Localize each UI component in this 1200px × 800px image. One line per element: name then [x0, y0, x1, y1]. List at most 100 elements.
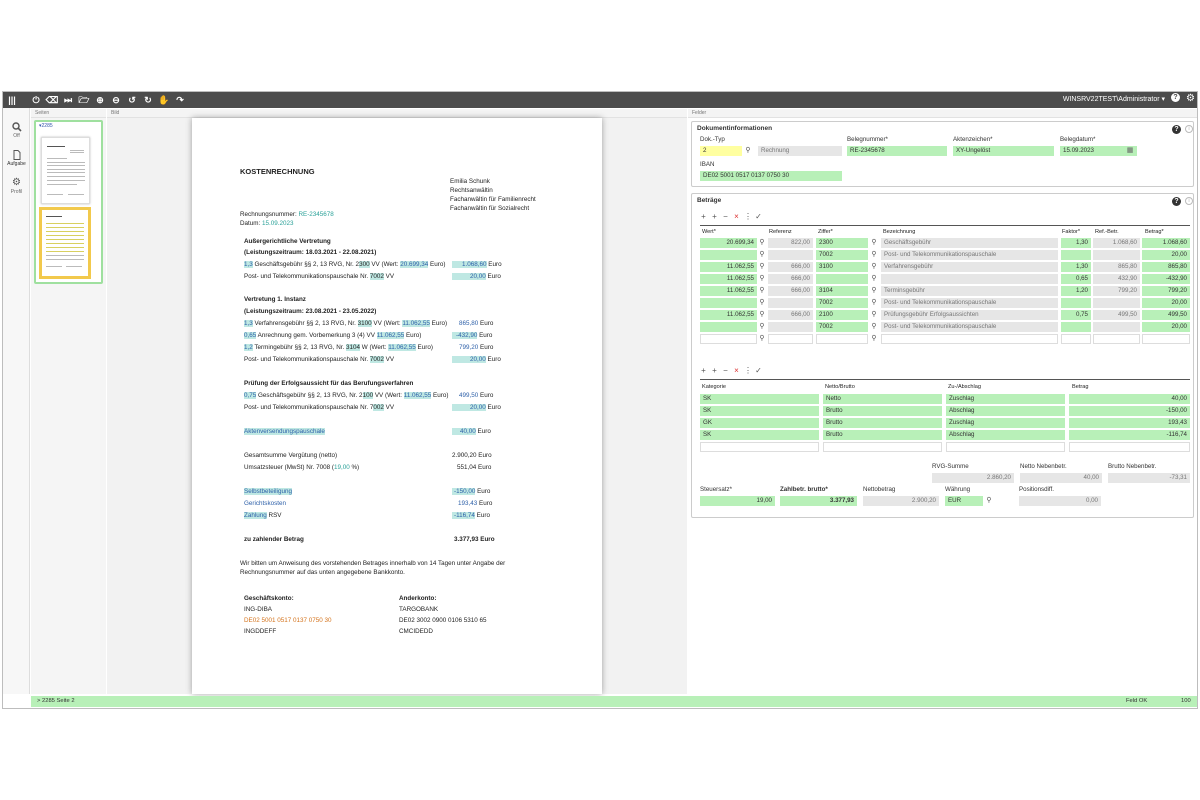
- cell-nb[interactable]: Brutto: [823, 430, 942, 440]
- cell-faktor[interactable]: [1061, 322, 1091, 332]
- remove-icon[interactable]: −: [722, 212, 729, 221]
- cell-ziffer[interactable]: 2100: [816, 310, 868, 320]
- cell-betrag[interactable]: 193,43: [1069, 418, 1190, 428]
- skip-icon[interactable]: ⏭: [61, 93, 75, 107]
- cell-betrag[interactable]: 1.068,60: [1142, 238, 1190, 248]
- cell-nb[interactable]: [823, 442, 942, 452]
- search-icon[interactable]: ⚲: [758, 299, 766, 307]
- cell-za[interactable]: Zuschlag: [946, 394, 1065, 404]
- delete-icon[interactable]: ×: [733, 212, 740, 221]
- search-icon[interactable]: ⚲: [870, 323, 878, 331]
- page-thumbnail-1[interactable]: [41, 137, 90, 204]
- search-icon[interactable]: ⚲: [758, 335, 766, 343]
- help-icon[interactable]: ?: [1171, 93, 1180, 102]
- search-icon[interactable]: ⚲: [870, 311, 878, 319]
- cell-faktor[interactable]: 1,30: [1061, 238, 1091, 248]
- cell-za[interactable]: Zuschlag: [946, 418, 1065, 428]
- cell-za[interactable]: Abschlag: [946, 430, 1065, 440]
- cell-bez[interactable]: [881, 334, 1058, 344]
- folder-icon[interactable]: 🗁: [77, 93, 91, 107]
- search-icon[interactable]: ⚲: [758, 323, 766, 331]
- cell-betrag[interactable]: [1142, 334, 1190, 344]
- belegnr-input[interactable]: RE-2345678: [847, 146, 947, 156]
- backspace-icon[interactable]: ⌫: [45, 93, 59, 107]
- cell-ziffer[interactable]: 7002: [816, 250, 868, 260]
- cell-ziffer[interactable]: [816, 334, 868, 344]
- cell-betrag[interactable]: -116,74: [1069, 430, 1190, 440]
- cell-ziffer[interactable]: 7002: [816, 322, 868, 332]
- menu-icon[interactable]: |||: [5, 93, 19, 107]
- search-icon[interactable]: ⚲: [870, 287, 878, 295]
- cell-nb[interactable]: Netto: [823, 394, 942, 404]
- cell-faktor[interactable]: [1061, 250, 1091, 260]
- cell-betrag[interactable]: 799,20: [1142, 286, 1190, 296]
- cell-nb[interactable]: Brutto: [823, 418, 942, 428]
- search-icon[interactable]: ⚲: [758, 311, 766, 319]
- cell-ref[interactable]: [768, 334, 813, 344]
- search-icon[interactable]: ⚲: [870, 263, 878, 271]
- nav-item-task[interactable]: Aufgabe: [3, 150, 30, 167]
- cell-betrag[interactable]: 40,00: [1069, 394, 1190, 404]
- steuersatz-input[interactable]: 19,00: [700, 496, 775, 506]
- cell-betrag[interactable]: 20,00: [1142, 322, 1190, 332]
- cell-wert[interactable]: 11.062,55: [700, 286, 757, 296]
- search-icon[interactable]: ⚲: [870, 239, 878, 247]
- cell-ziffer[interactable]: 3104: [816, 286, 868, 296]
- search-icon[interactable]: ⚲: [870, 275, 878, 283]
- zoom-in-icon[interactable]: ⊕: [93, 93, 107, 107]
- cell-kat[interactable]: GK: [700, 418, 819, 428]
- document-page[interactable]: KOSTENRECHNUNG Emilia Schunk Rechtsanwäl…: [192, 118, 602, 694]
- cell-za[interactable]: [946, 442, 1065, 452]
- cell-faktor[interactable]: 1,30: [1061, 262, 1091, 272]
- user-menu[interactable]: WINSRV22TEST\Administrator ▾: [1063, 95, 1165, 103]
- calendar-icon[interactable]: ▦: [1126, 147, 1134, 155]
- cell-wert[interactable]: 11.062,55: [700, 274, 757, 284]
- info-icon[interactable]: i: [1185, 197, 1193, 205]
- search-icon[interactable]: ⚲: [758, 287, 766, 295]
- cell-kat[interactable]: [700, 442, 819, 452]
- waehrung-input[interactable]: EUR: [945, 496, 983, 506]
- search-icon[interactable]: ⚲: [870, 299, 878, 307]
- cell-ziffer[interactable]: 2300: [816, 238, 868, 248]
- aktenzeichen-input[interactable]: XY-Ungelöst: [953, 146, 1054, 156]
- iban-input[interactable]: DE02 5001 0517 0137 0750 30: [700, 171, 842, 181]
- search-icon[interactable]: ⚲: [758, 239, 766, 247]
- more-icon[interactable]: ⋮: [744, 366, 752, 375]
- thumbnail-group[interactable]: ▾2285: [34, 120, 103, 284]
- cell-refb[interactable]: [1093, 334, 1140, 344]
- cell-za[interactable]: Abschlag: [946, 406, 1065, 416]
- hand-icon[interactable]: ✋: [157, 93, 171, 107]
- cell-wert[interactable]: [700, 298, 757, 308]
- check-icon[interactable]: ✓: [755, 366, 762, 375]
- cell-betrag[interactable]: -432,90: [1142, 274, 1190, 284]
- zahlbetrag-input[interactable]: 3.377,93: [780, 496, 857, 506]
- remove-icon[interactable]: −: [722, 366, 729, 375]
- cell-kat[interactable]: SK: [700, 406, 819, 416]
- cell-ziffer[interactable]: [816, 274, 868, 284]
- doktyp-input[interactable]: 2: [700, 146, 742, 156]
- search-icon[interactable]: ⚲: [744, 147, 752, 155]
- search-icon[interactable]: ⚲: [985, 497, 993, 505]
- cell-faktor[interactable]: [1061, 298, 1091, 308]
- add-icon[interactable]: +: [700, 366, 707, 375]
- cell-betrag[interactable]: 20,00: [1142, 250, 1190, 260]
- add-icon[interactable]: +: [700, 212, 707, 221]
- zoom-out-icon[interactable]: ⊖: [109, 93, 123, 107]
- nav-item-profile[interactable]: ⚙ Profil: [3, 178, 30, 196]
- cell-ziffer[interactable]: 7002: [816, 298, 868, 308]
- cell-wert[interactable]: [700, 250, 757, 260]
- power-icon[interactable]: ⏻: [29, 93, 43, 107]
- add-below-icon[interactable]: +: [711, 366, 718, 375]
- gear-icon[interactable]: ⚙: [1186, 93, 1195, 104]
- rotate-left-icon[interactable]: ↺: [125, 93, 139, 107]
- cell-wert[interactable]: 20.699,34: [700, 238, 757, 248]
- cell-wert[interactable]: 11.062,55: [700, 310, 757, 320]
- cell-betrag[interactable]: [1069, 442, 1190, 452]
- check-icon[interactable]: ✓: [755, 212, 762, 221]
- cell-betrag[interactable]: 865,80: [1142, 262, 1190, 272]
- cell-nb[interactable]: Brutto: [823, 406, 942, 416]
- cell-wert[interactable]: 11.062,55: [700, 262, 757, 272]
- add-below-icon[interactable]: +: [711, 212, 718, 221]
- cell-faktor[interactable]: 0,65: [1061, 274, 1091, 284]
- help-icon[interactable]: ?: [1172, 197, 1181, 206]
